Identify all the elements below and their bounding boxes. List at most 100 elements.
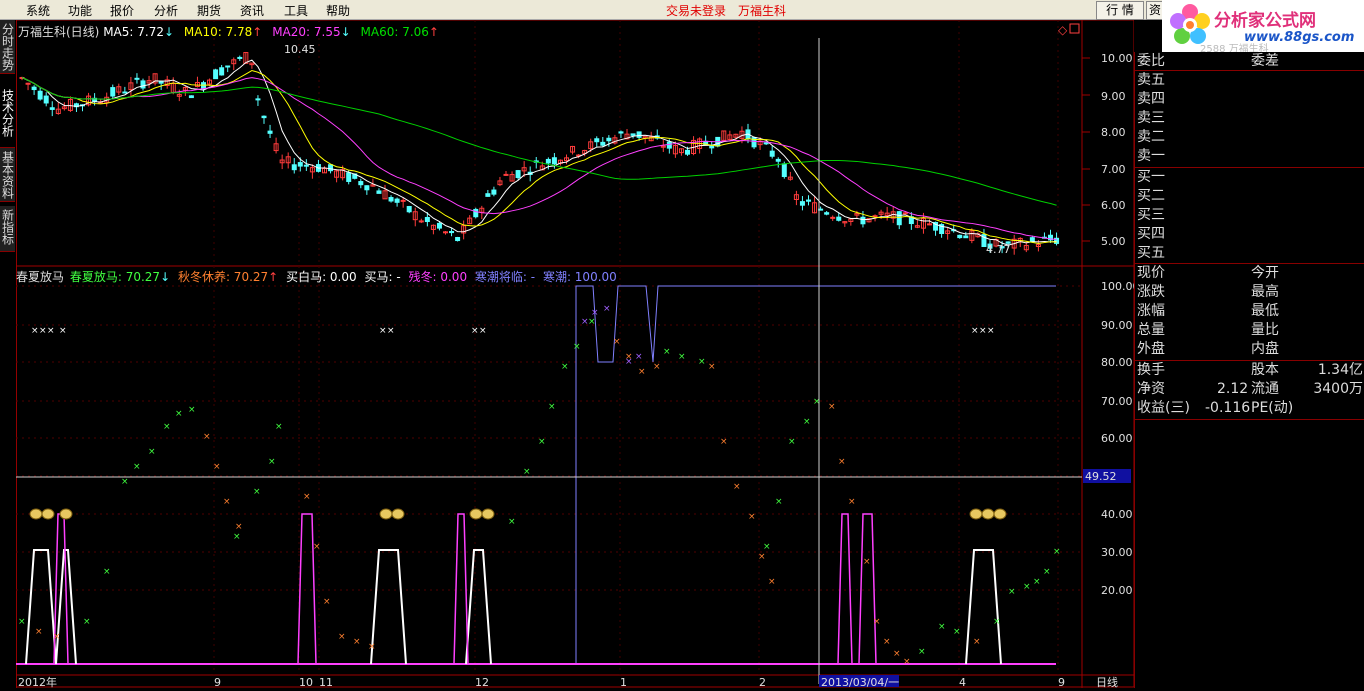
period-label[interactable]: 日线 — [1096, 675, 1118, 689]
menu-item-analysis[interactable]: 分析 — [154, 2, 178, 19]
separator — [1135, 70, 1364, 71]
money-bag-icon — [481, 508, 495, 520]
menu-item-function[interactable]: 功能 — [68, 2, 92, 19]
candle-body — [49, 107, 55, 110]
candle-body — [303, 164, 309, 167]
buy5-row: 买五 — [1137, 245, 1165, 261]
candle-body — [140, 80, 146, 89]
candle-body — [781, 163, 787, 178]
ma10-value: MA10: 7.78 — [183, 25, 253, 39]
candle-body — [799, 201, 805, 206]
x-marker: × — [603, 304, 611, 314]
quote-button[interactable]: 行 情 — [1096, 1, 1144, 20]
x-marker: × — [235, 522, 243, 532]
price-pane — [19, 51, 1060, 255]
x-marker: × — [653, 362, 661, 372]
x-marker: × — [768, 577, 776, 587]
ind-tick-20: 20.00 — [1101, 584, 1133, 597]
x-marker: × — [708, 362, 716, 372]
candle-body — [25, 82, 31, 85]
maima-value: 买马: - — [364, 270, 401, 284]
quote-label: 今开 — [1251, 265, 1279, 281]
menu-item-quote[interactable]: 报价 — [110, 2, 134, 19]
ind-tick-70: 70.00 — [1101, 395, 1133, 408]
x-marker: × — [953, 627, 961, 637]
chart-canvas[interactable]: × ××××××× ××××××××××××× × ×××××××× ××× × ×××× ××… — [15, 19, 1140, 689]
x-marker: × — [471, 326, 479, 336]
candle-body — [455, 237, 461, 242]
x-marker: × — [1053, 547, 1061, 557]
fund-value: 2.12 — [1217, 381, 1249, 397]
money-bag-icon — [469, 508, 483, 520]
quote-row-volume: 总量 量比 — [1137, 321, 1279, 340]
x-marker: × — [313, 542, 321, 552]
candong-value: 残冬: 0.00 — [408, 270, 468, 284]
diamond-icon[interactable]: ◇ — [1058, 23, 1068, 37]
candle-body — [545, 158, 551, 164]
maibai-value: 买白马: 0.00 — [286, 270, 357, 284]
chart-area[interactable]: × × × × × × × × × × × × × × × × × × × × × × × × × × × × × × × × × × × × × × × ×… — [15, 19, 1140, 689]
candle-body — [775, 158, 781, 162]
buy-signal-spike — [370, 549, 407, 665]
chunxia-value: 春夏放马: 70.27 — [69, 270, 161, 284]
quote-row-pct: 涨幅 最低 — [1137, 302, 1279, 321]
x-label-4: 4 — [959, 676, 966, 688]
menu-item-futures[interactable]: 期货 — [197, 2, 221, 19]
candle-body — [255, 98, 261, 101]
x-marker: × — [775, 497, 783, 507]
separator — [1135, 167, 1364, 168]
quote-label: 最低 — [1251, 303, 1279, 319]
x-marker: × — [479, 326, 487, 336]
candle-body — [364, 185, 370, 191]
ind-tick-100: 100.00 — [1101, 280, 1134, 293]
x-marker: × — [588, 317, 596, 327]
window-restore-icon[interactable] — [1069, 23, 1080, 34]
low-price-marker: 4.77 — [986, 243, 1011, 256]
x-marker: × — [1023, 582, 1031, 592]
ind-tick-60: 60.00 — [1101, 432, 1133, 445]
menu-item-tools[interactable]: 工具 — [284, 2, 308, 19]
tab-technical[interactable]: 技术分析 — [0, 86, 15, 148]
x-marker: × — [581, 317, 589, 327]
x-marker: × — [103, 567, 111, 577]
x-marker: × — [59, 326, 67, 336]
candle-body — [636, 131, 642, 138]
hanchao-value: 寒潮: 100.00 — [542, 270, 617, 284]
x-marker: × — [303, 492, 311, 502]
menu-item-help[interactable]: 帮助 — [326, 2, 350, 19]
arrow-up-icon: ↑ — [252, 25, 263, 39]
menu-item-system[interactable]: 系统 — [26, 2, 50, 19]
candle-body — [443, 231, 448, 234]
cold-wave-line — [16, 285, 1056, 665]
sell2-row: 卖二 — [1137, 129, 1165, 145]
tab-intraday[interactable]: 分时走势 — [0, 20, 15, 74]
x-marker: × — [379, 326, 387, 336]
candle-body — [376, 190, 382, 194]
arrow-up-icon: ↑ — [268, 270, 279, 284]
high-price-marker: 10.45 — [284, 43, 316, 56]
x-marker: × — [873, 617, 881, 627]
x-marker: × — [268, 457, 276, 467]
fund-label: 股本 — [1251, 362, 1279, 378]
candle-body — [600, 141, 606, 146]
candle-body — [769, 150, 775, 157]
quote-label: 外盘 — [1137, 341, 1165, 357]
stock-title: 万福生科(日线) — [18, 25, 100, 39]
login-status: 交易未登录 — [666, 4, 727, 18]
candle-body — [860, 216, 866, 225]
x-label-12: 12 — [475, 676, 489, 688]
candle-body — [188, 95, 194, 99]
x-marker: × — [53, 632, 61, 642]
tab-fundamentals[interactable]: 基本资料 — [0, 148, 15, 202]
menu-bar: 系统 功能 报价 分析 期货 资讯 工具 帮助 交易未登录 万福生科 行 情 资 — [0, 0, 1364, 20]
stock-status: 万福生科 — [738, 4, 787, 18]
tab-new-indicator[interactable]: 新指标 — [0, 206, 15, 252]
logo-title: 分析家公式网 — [1214, 11, 1316, 31]
fund-label: 换手 — [1137, 362, 1165, 378]
buy-signal-spike — [465, 549, 492, 665]
x-marker: × — [188, 405, 196, 415]
quote-label: 总量 — [1137, 322, 1165, 338]
buy-signal-spike — [965, 549, 1002, 665]
menu-item-info[interactable]: 资讯 — [240, 2, 264, 19]
sell-signal-spike — [297, 513, 317, 665]
